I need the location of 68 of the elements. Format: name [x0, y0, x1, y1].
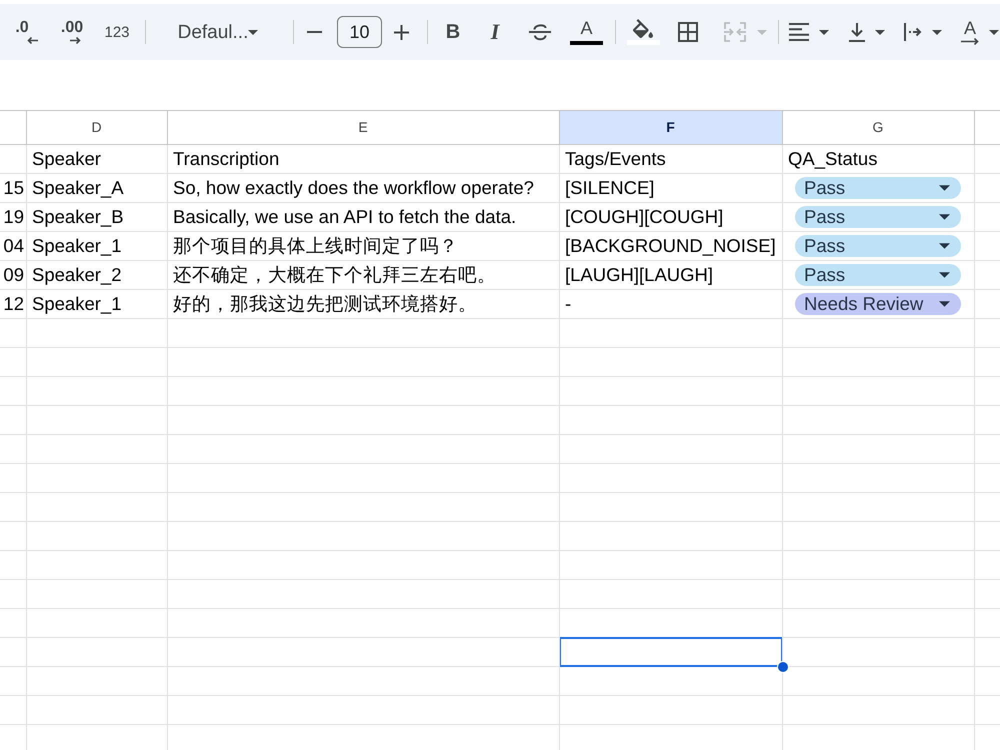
caret-icon: [939, 272, 950, 278]
table-cell-text: Speaker_1: [31, 292, 122, 316]
increase-decimal-button[interactable]: .00: [54, 14, 90, 50]
table-cell-text: 那个项目的具体上线时间定了吗？: [172, 234, 459, 258]
table-cell-text: Transcription: [172, 146, 280, 171]
bold-button[interactable]: B: [437, 14, 469, 50]
strikethrough-icon: [529, 23, 551, 41]
merge-icon: [724, 22, 746, 42]
status-dropdown[interactable]: Needs Review: [795, 293, 961, 315]
column-header[interactable]: F: [559, 111, 782, 144]
table-cell-text: QA_Status: [787, 146, 878, 171]
fill-handle[interactable]: [777, 661, 789, 673]
swatch-icon: [570, 41, 603, 45]
caret-icon: [989, 30, 999, 34]
table-cell-text: [LAUGH][LAUGH]: [564, 262, 714, 287]
caret-icon: [248, 30, 258, 34]
table-cell-text: Speaker_B: [31, 204, 125, 229]
table-cell-text: 15: [2, 176, 25, 200]
table-cell-text: 12: [2, 292, 25, 316]
table-cell-text: [SILENCE]: [564, 176, 656, 200]
table-cell-text: Speaker_2: [31, 262, 122, 287]
table-cell-text: [BACKGROUND_NOISE]: [564, 234, 777, 258]
minus-icon: [306, 31, 322, 33]
align-left-icon: [789, 23, 809, 41]
text-color-button[interactable]: A: [568, 14, 605, 50]
caret-icon: [939, 214, 950, 220]
text-rotation-button[interactable]: A: [956, 14, 1000, 50]
column-header[interactable]: E: [167, 111, 559, 144]
caret-icon: [932, 30, 942, 34]
caret-icon: [939, 243, 950, 249]
selected-cell[interactable]: [559, 637, 783, 667]
status-dropdown[interactable]: Pass: [795, 206, 961, 228]
font-dropdown[interactable]: Defaul...: [156, 14, 283, 50]
table-cell-text: -: [564, 292, 572, 316]
table-cell-text: Speaker_1: [31, 234, 122, 258]
table-cell-text: 04: [2, 234, 25, 258]
table-cell-text: Speaker: [31, 146, 102, 171]
right-arrow-icon: [961, 38, 979, 45]
table-cell-text: 19: [2, 204, 25, 229]
grid-icon: [678, 22, 698, 42]
table-cell-text: [COUGH][COUGH]: [564, 204, 724, 229]
table-cell-text: So, how exactly does the workflow operate?: [172, 176, 535, 200]
status-dropdown[interactable]: Pass: [795, 235, 961, 257]
plus-icon: [394, 24, 408, 40]
font-size-field[interactable]: 10: [337, 16, 382, 48]
number-format-button[interactable]: 123: [99, 14, 135, 50]
caret-icon: [875, 30, 885, 34]
table-cell-text: Basically, we use an API to fetch the data.: [172, 204, 518, 229]
paint-bucket-icon: [633, 19, 653, 38]
status-dropdown[interactable]: Pass: [795, 264, 961, 286]
table-cell-text: 还不确定，大概在下个礼拜三左右吧。: [172, 262, 497, 287]
table-cell-text: Speaker_A: [31, 176, 125, 200]
column-header[interactable]: D: [26, 111, 167, 144]
wrap-icon: [904, 23, 922, 41]
table-cell-text: 09: [2, 262, 25, 287]
left-arrow-icon: [26, 37, 38, 44]
table-cell-text: Tags/Events: [564, 146, 667, 171]
align-bottom-icon: [849, 22, 865, 42]
right-arrow-icon: [70, 37, 80, 44]
caret-icon: [819, 30, 829, 34]
table-cell-text: 好的，那我这边先把测试环境搭好。: [172, 292, 478, 316]
status-dropdown[interactable]: Pass: [795, 177, 961, 199]
italic-button[interactable]: I: [479, 14, 511, 50]
caret-icon: [939, 301, 950, 307]
decrease-decimal-button[interactable]: .0: [9, 14, 45, 50]
caret-icon: [757, 30, 767, 34]
caret-icon: [939, 185, 950, 191]
column-header[interactable]: G: [782, 111, 974, 144]
